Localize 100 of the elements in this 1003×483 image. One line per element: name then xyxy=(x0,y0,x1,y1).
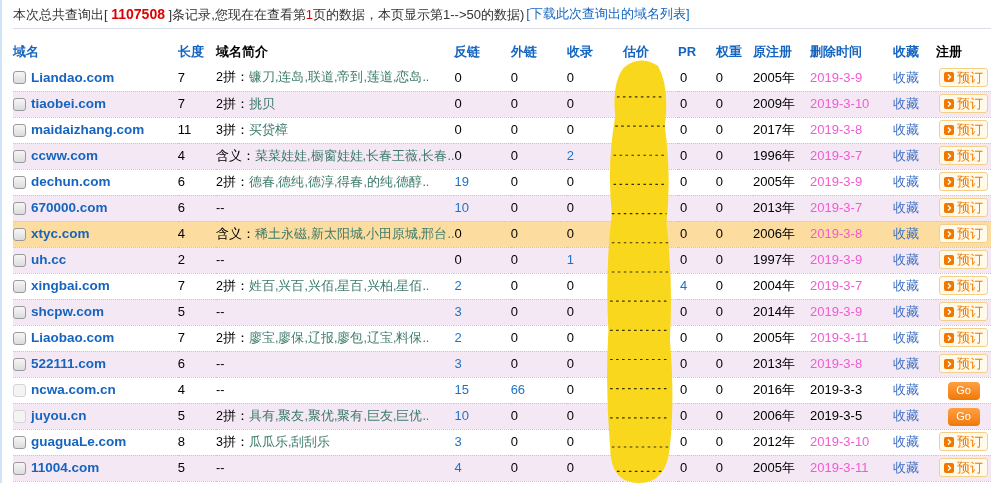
count-link[interactable]: 4 xyxy=(680,278,688,294)
domain-link[interactable]: guaguaLe.com xyxy=(31,431,127,453)
favorite-link[interactable]: 收藏 xyxy=(892,278,919,294)
table-row[interactable]: 11004.com 5 -- 4 0 0 0 0 2005年 2019-3-11 收藏 预订 xyxy=(13,455,991,481)
checkbox[interactable] xyxy=(13,357,26,371)
checkbox[interactable] xyxy=(13,253,26,267)
weight-text: 0 xyxy=(715,226,723,242)
domain-link[interactable]: Liaobao.com xyxy=(31,327,115,349)
checkbox[interactable] xyxy=(13,461,26,475)
checkbox[interactable] xyxy=(13,97,26,111)
count-link[interactable]: 3 xyxy=(454,434,462,450)
count-text: 0 xyxy=(680,70,688,85)
favorite-link[interactable]: 收藏 xyxy=(892,200,919,216)
domain-link[interactable]: tiaobei.com xyxy=(31,93,106,115)
favorite-link[interactable]: 收藏 xyxy=(892,174,919,190)
favorite-link[interactable]: 收藏 xyxy=(892,460,919,476)
count-text: 0 xyxy=(680,434,688,450)
reserve-button[interactable]: 预订 xyxy=(939,250,989,269)
column-sort-link[interactable]: PR xyxy=(678,44,697,60)
intro-text: 2拼：廖宝,廖保,辽报,廖包,辽宝,料保.. xyxy=(216,330,430,345)
column-sort-link[interactable]: 权重 xyxy=(715,44,742,60)
checkbox[interactable] xyxy=(13,175,26,189)
favorite-link[interactable]: 收藏 xyxy=(892,434,919,450)
count-link[interactable]: 2 xyxy=(454,278,462,294)
reserve-button[interactable]: 预订 xyxy=(939,276,989,295)
column-sort-link[interactable]: 删除时间 xyxy=(810,44,863,60)
checkbox[interactable] xyxy=(13,149,26,163)
count-link[interactable]: 2 xyxy=(454,330,462,346)
reserve-button[interactable]: 预订 xyxy=(939,432,989,451)
favorite-link[interactable]: 收藏 xyxy=(892,304,919,320)
favorite-link[interactable]: 收藏 xyxy=(892,330,919,346)
favorite-link[interactable]: 收藏 xyxy=(892,356,919,372)
favorite-link[interactable]: 收藏 xyxy=(892,252,919,268)
domain-link[interactable]: 670000.com xyxy=(31,197,108,219)
intro-text: 含义：稀土永磁,新太阳城,小田原城,邢台.. xyxy=(216,226,455,241)
column-sort-link[interactable]: 域名 xyxy=(13,44,39,60)
date-text: 2019-3-3 xyxy=(810,382,863,398)
count-text: 0 xyxy=(454,70,462,85)
length-text: 4 xyxy=(177,148,185,164)
arrow-icon xyxy=(944,358,955,369)
column-sort-link[interactable]: 收录 xyxy=(566,44,593,60)
domain-link[interactable]: maidaizhang.com xyxy=(31,119,145,141)
column-sort-link[interactable]: 反链 xyxy=(454,44,481,60)
column-sort-link[interactable]: 长度 xyxy=(177,44,204,60)
table-row[interactable]: Liandao.com 7 2拼：镰刀,连岛,联道,帝到,莲道,恋岛.. 0 0 0 0 0 2005年 2019-3-9 收藏 预订 xyxy=(13,65,991,91)
reserve-button[interactable]: 预订 xyxy=(939,94,989,113)
count-link[interactable]: 2 xyxy=(566,148,575,164)
reserve-button[interactable]: 预订 xyxy=(939,458,989,477)
domain-link[interactable]: 522111.com xyxy=(31,353,107,375)
column-sort-link[interactable]: 估价 xyxy=(622,44,649,60)
weight-text: 0 xyxy=(715,148,723,164)
reserve-button[interactable]: 预订 xyxy=(939,198,989,217)
checkbox[interactable] xyxy=(13,331,26,345)
checkbox[interactable] xyxy=(13,123,26,137)
reserve-button[interactable]: 预订 xyxy=(939,120,989,139)
favorite-link[interactable]: 收藏 xyxy=(892,226,919,242)
count-text: 0 xyxy=(454,148,462,164)
domain-link[interactable]: shcpw.com xyxy=(31,301,105,323)
domain-link[interactable]: uh.cc xyxy=(31,249,67,271)
count-link[interactable]: 3 xyxy=(454,356,462,372)
reserve-button[interactable]: 预订 xyxy=(939,67,989,87)
table-row[interactable]: 670000.com 6 -- 10 0 0 0 0 2013年 2019-3-7 收藏 预订 xyxy=(13,195,991,221)
column-sort-link[interactable]: 外链 xyxy=(510,44,537,60)
reserve-button[interactable]: 预订 xyxy=(939,172,989,191)
checkbox[interactable] xyxy=(13,279,26,293)
count-text: 0 xyxy=(566,408,575,424)
domain-link[interactable]: Liandao.com xyxy=(31,67,115,88)
download-link[interactable]: [下载此次查询出的域名列表] xyxy=(526,4,690,24)
favorite-link[interactable]: 收藏 xyxy=(892,148,919,164)
date-text: 2019-3-7 xyxy=(810,200,863,216)
favorite-link[interactable]: 收藏 xyxy=(892,70,919,85)
count-link[interactable]: 10 xyxy=(454,200,469,216)
domain-link[interactable]: 11004.com xyxy=(31,457,100,479)
reserve-button[interactable]: 预订 xyxy=(939,328,989,347)
table-row[interactable]: maidaizhang.com 11 3拼：买贷樟 0 0 0 0 0 2017年 2019-3-8 收藏 预订 xyxy=(13,117,991,143)
date-text: 2019-3-11 xyxy=(810,330,869,346)
domain-link[interactable]: ccww.com xyxy=(31,145,99,167)
favorite-link[interactable]: 收藏 xyxy=(892,122,919,138)
checkbox[interactable] xyxy=(13,305,26,319)
favorite-link[interactable]: 收藏 xyxy=(892,96,919,112)
domain-link[interactable]: dechun.com xyxy=(31,171,111,193)
checkbox[interactable] xyxy=(13,435,26,449)
reserve-button[interactable]: 预订 xyxy=(939,354,989,373)
reserve-button[interactable]: 预订 xyxy=(939,224,989,243)
count-link[interactable]: 4 xyxy=(454,460,462,476)
checkbox[interactable] xyxy=(13,227,26,241)
domain-link[interactable]: xingbai.com xyxy=(31,275,110,297)
weight-text: 0 xyxy=(715,304,723,320)
count-link[interactable]: 19 xyxy=(454,174,469,190)
checkbox[interactable] xyxy=(13,71,26,85)
count-link[interactable]: 1 xyxy=(566,252,575,268)
reserve-button[interactable]: 预订 xyxy=(939,302,989,321)
column-sort-link[interactable]: 原注册 xyxy=(753,44,793,60)
year-text: 2009年 xyxy=(753,96,795,112)
domain-link[interactable]: xtyc.com xyxy=(31,223,90,245)
reserve-button[interactable]: 预订 xyxy=(939,146,989,165)
checkbox[interactable] xyxy=(13,201,26,215)
date-text: 2019-3-11 xyxy=(810,460,869,476)
column-sort-link[interactable]: 收藏 xyxy=(892,44,919,60)
count-link[interactable]: 3 xyxy=(454,304,462,320)
